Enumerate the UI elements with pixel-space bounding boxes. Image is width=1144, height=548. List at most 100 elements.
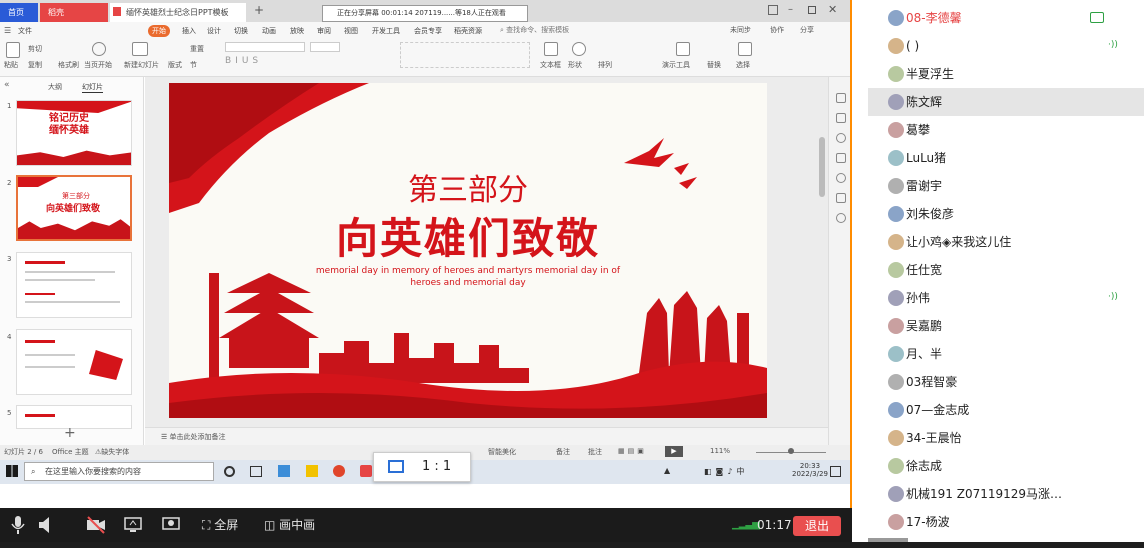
participant-row[interactable]: 月、半 bbox=[868, 340, 1144, 368]
participant-row[interactable]: 任仕宽 bbox=[868, 256, 1144, 284]
chrome-icon[interactable] bbox=[333, 465, 345, 477]
sync-status[interactable]: 未同步 bbox=[730, 25, 751, 35]
copy-icon[interactable] bbox=[836, 153, 846, 163]
ribbon-tab-slideshow[interactable]: 放映 bbox=[286, 25, 308, 37]
tab-document[interactable]: 缅怀英雄烈士纪念日PPT模板 bbox=[110, 3, 246, 22]
property-icon[interactable] bbox=[836, 93, 846, 103]
panel-tab-slides[interactable]: 幻灯片 bbox=[82, 82, 103, 93]
slide[interactable]: 第三部分 向英雄们致敬 memorial day in memory of he… bbox=[169, 83, 767, 418]
screen-share-icon[interactable] bbox=[124, 508, 142, 542]
zoom-level[interactable]: 111% bbox=[710, 447, 730, 455]
pip-button[interactable]: ◫ 画中画 bbox=[264, 508, 315, 542]
copy-button[interactable]: 复制 bbox=[28, 60, 42, 70]
ribbon-tab-developer[interactable]: 开发工具 bbox=[368, 25, 404, 37]
notes-toggle[interactable]: 备注 bbox=[556, 447, 570, 457]
panel-tab-outline[interactable]: 大纲 bbox=[48, 82, 62, 92]
participant-row[interactable]: 08-李德馨 bbox=[868, 4, 1144, 32]
play-icon[interactable] bbox=[92, 42, 106, 56]
windows-start-icon[interactable] bbox=[6, 465, 18, 477]
slide-thumb-1[interactable]: 铭记历史 缅怀英雄 bbox=[16, 100, 132, 166]
task-view-icon[interactable] bbox=[250, 466, 262, 477]
wps-icon[interactable] bbox=[360, 465, 372, 477]
missing-fonts[interactable]: ⚠缺失字体 bbox=[95, 447, 129, 457]
minimize-icon[interactable]: – bbox=[788, 4, 793, 15]
microphone-icon[interactable] bbox=[10, 508, 26, 542]
arrange-button[interactable]: 排列 bbox=[598, 60, 612, 70]
help-icon[interactable] bbox=[836, 173, 846, 183]
maximize-icon[interactable] bbox=[808, 6, 816, 14]
ribbon-tab-transition[interactable]: 切换 bbox=[230, 25, 252, 37]
layout-button[interactable]: 版式 bbox=[168, 60, 182, 70]
share-button[interactable]: 分享 bbox=[800, 25, 814, 35]
participant-row[interactable]: 雷谢宇 bbox=[868, 172, 1144, 200]
paragraph-group[interactable] bbox=[400, 42, 530, 68]
taskbar-search-input[interactable]: ⌕ 在这里输入你要搜索的内容 bbox=[24, 462, 214, 481]
adjust-icon[interactable] bbox=[836, 113, 846, 123]
animation-icon[interactable] bbox=[836, 133, 846, 143]
participant-row[interactable]: 半夏浮生 bbox=[868, 60, 1144, 88]
participant-row[interactable]: LuLu猪 bbox=[868, 144, 1144, 172]
participant-row[interactable]: 34-王晨怡 bbox=[868, 424, 1144, 452]
slide-thumb-4[interactable] bbox=[16, 329, 132, 395]
tray-icons[interactable]: ◧◙♪中 bbox=[704, 466, 748, 477]
menu-icon[interactable]: ☰ bbox=[4, 26, 11, 35]
textbox-icon[interactable] bbox=[544, 42, 558, 56]
font-select[interactable] bbox=[225, 42, 305, 52]
app-icon[interactable] bbox=[278, 465, 290, 477]
location-icon[interactable] bbox=[836, 213, 846, 223]
ribbon-tab-design[interactable]: 设计 bbox=[203, 25, 225, 37]
camera-off-icon[interactable] bbox=[86, 508, 106, 542]
participant-row[interactable]: 机械191 Z07119129马涨… bbox=[868, 480, 1144, 508]
select-icon[interactable] bbox=[738, 42, 752, 56]
smart-beautify[interactable]: 智能美化 bbox=[488, 447, 516, 457]
new-tab-icon[interactable]: + bbox=[254, 3, 264, 17]
presentation-tool-button[interactable]: 演示工具 bbox=[662, 60, 690, 70]
select-button[interactable]: 选择 bbox=[736, 60, 750, 70]
new-slide-icon[interactable] bbox=[132, 42, 148, 56]
ribbon-tab-review[interactable]: 审阅 bbox=[313, 25, 335, 37]
view-mode-icons[interactable]: ▦▤▣ bbox=[618, 447, 647, 455]
command-search[interactable]: ⌕ 查找命令、搜索模板 bbox=[500, 25, 569, 35]
participant-row[interactable]: 徐志成 bbox=[868, 452, 1144, 480]
ribbon-tab-home[interactable]: 开始 bbox=[148, 25, 170, 37]
participant-row[interactable]: 陈文辉 bbox=[868, 88, 1144, 116]
leave-button[interactable]: 退出 bbox=[793, 516, 841, 536]
notification-icon[interactable] bbox=[830, 466, 841, 477]
participant-row[interactable]: 07—金志成 bbox=[868, 396, 1144, 424]
participant-row[interactable]: 17-杨波 bbox=[868, 508, 1144, 536]
ribbon-tab-file[interactable]: 文件 bbox=[14, 25, 36, 37]
comment-toggle[interactable]: 批注 bbox=[588, 447, 602, 457]
font-format-icons[interactable]: BIUS bbox=[225, 56, 262, 66]
slide-thumb-2[interactable]: 第三部分 向英雄们致敬 bbox=[16, 175, 132, 241]
file-explorer-icon[interactable] bbox=[306, 465, 318, 477]
participant-row[interactable]: 吴嘉鹏 bbox=[868, 312, 1144, 340]
shape-button[interactable]: 形状 bbox=[568, 60, 582, 70]
collapse-panel-icon[interactable]: « bbox=[4, 80, 10, 90]
fullscreen-button[interactable]: ⛶ 全屏 bbox=[202, 508, 238, 542]
participant-row[interactable]: 葛攀 bbox=[868, 116, 1144, 144]
collab-button[interactable]: 协作 bbox=[770, 25, 784, 35]
tab-home[interactable]: 首页 bbox=[0, 3, 38, 22]
presentation-tool-icon[interactable] bbox=[676, 42, 690, 56]
layout-icon[interactable] bbox=[768, 5, 778, 15]
slide-thumb-3[interactable] bbox=[16, 252, 132, 318]
new-slide-button[interactable]: 新建幻灯片 bbox=[124, 60, 159, 70]
play-from-current[interactable]: 当页开始 bbox=[84, 60, 112, 70]
cut-button[interactable]: 剪切 bbox=[28, 44, 42, 54]
participant-row[interactable]: 孙伟 ·)) bbox=[868, 284, 1144, 312]
participant-row[interactable]: 03程智豪 bbox=[868, 368, 1144, 396]
vertical-scrollbar[interactable] bbox=[819, 137, 825, 197]
ribbon-tab-animation[interactable]: 动画 bbox=[258, 25, 280, 37]
notes-area[interactable]: ☰ 单击此处添加备注 bbox=[145, 427, 828, 445]
speaker-icon[interactable] bbox=[38, 508, 52, 542]
tray-chevron-icon[interactable]: ▲ bbox=[664, 466, 670, 475]
participant-row[interactable]: ( ) ·)) bbox=[868, 32, 1144, 60]
list-scroll-indicator[interactable] bbox=[868, 538, 908, 542]
ribbon-tab-docer[interactable]: 稻壳资源 bbox=[450, 25, 486, 37]
paste-icon[interactable] bbox=[6, 42, 20, 58]
reset-button[interactable]: 重置 bbox=[190, 44, 204, 54]
format-painter-button[interactable]: 格式刷 bbox=[58, 60, 79, 70]
participant-row[interactable]: 刘朱俊彦 bbox=[868, 200, 1144, 228]
cortana-icon[interactable] bbox=[224, 466, 235, 477]
image-icon[interactable] bbox=[836, 193, 846, 203]
